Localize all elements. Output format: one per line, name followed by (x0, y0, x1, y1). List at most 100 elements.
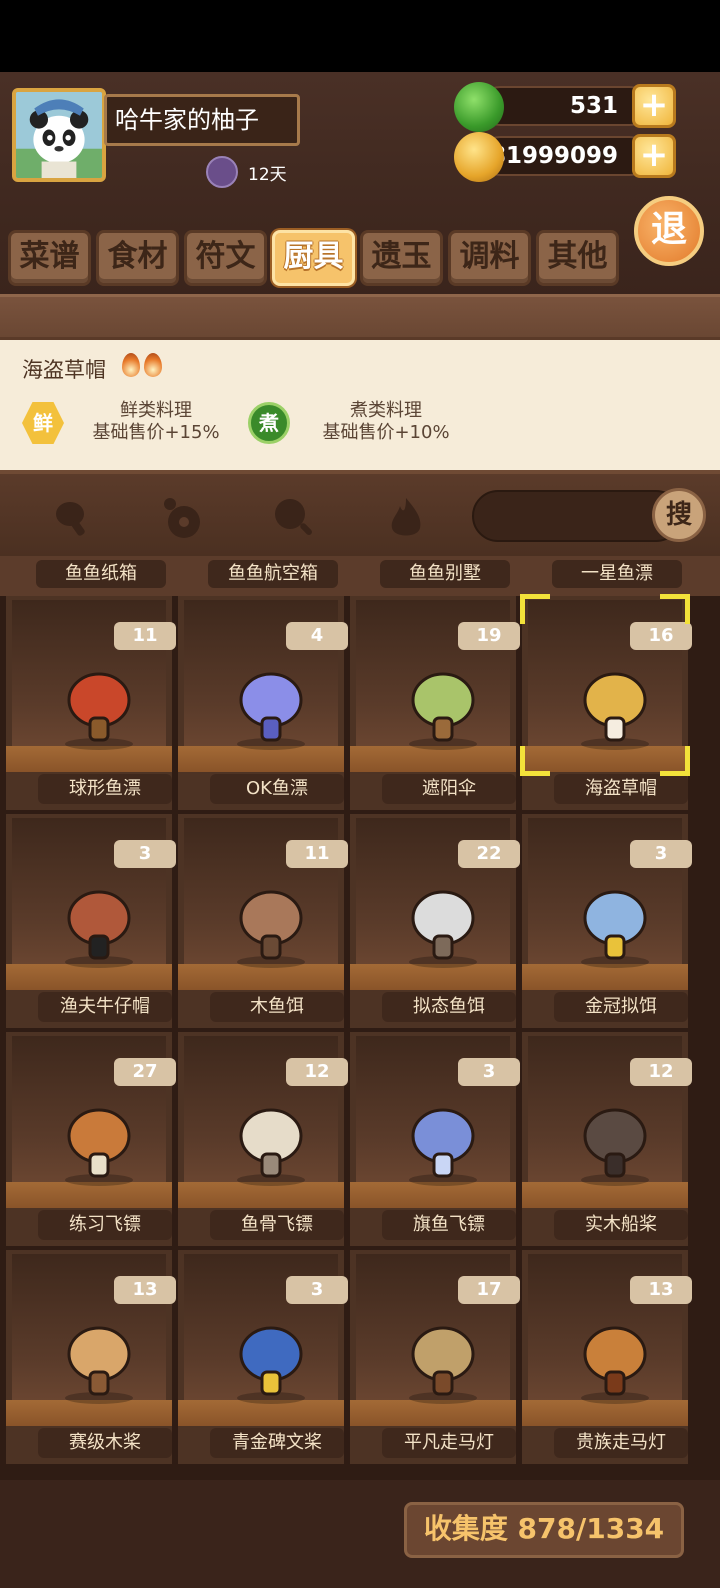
noble-lantern-icon (581, 1326, 649, 1404)
sailfish-dart-icon (409, 1108, 477, 1186)
add-coins-button[interactable]: + (632, 134, 676, 178)
jade-amount: 531 (569, 93, 618, 119)
player-name: 哈牛家的柚子 (104, 94, 300, 146)
partial-item-label: 鱼鱼别墅 (380, 560, 510, 588)
player-avatar[interactable] (12, 88, 106, 182)
item-cell[interactable]: 27 练习飞镖 (6, 1032, 176, 1246)
search-button[interactable]: 搜 (652, 488, 706, 542)
item-cell[interactable]: 12 鱼骨飞镖 (178, 1032, 348, 1246)
item-name-label: 贵族走马灯 (554, 1428, 688, 1458)
item-cell[interactable]: 3 青金碑文桨 (178, 1250, 348, 1464)
flame-icon (122, 353, 140, 377)
plain-lantern-icon (409, 1326, 477, 1404)
coin-bar: 81999099 (480, 136, 650, 176)
item-cell[interactable]: 3 渔夫牛仔帽 (6, 814, 176, 1028)
wooden-oar-icon (581, 1108, 649, 1186)
collection-progress: 收集度 878/1334 (404, 1502, 684, 1558)
cowboy-hat-icon (65, 890, 133, 968)
login-days: 12天 (248, 165, 287, 185)
partial-item-label: 鱼鱼航空箱 (208, 560, 338, 588)
item-cell[interactable]: 11 木鱼饵 (178, 814, 348, 1028)
tab-recipes[interactable]: 菜谱 (8, 230, 91, 286)
item-detail-panel: 海盗草帽 鲜 鲜类料理 基础售价+15% 煮 煮类料理 基础售价+10% (0, 340, 720, 470)
item-cell[interactable]: 13 赛级木桨 (6, 1250, 176, 1464)
item-count-badge: 11 (114, 622, 176, 650)
add-jade-button[interactable]: + (632, 84, 676, 128)
item-cell[interactable]: 3 金冠拟饵 (522, 814, 692, 1028)
item-name-label: 平凡走马灯 (382, 1428, 516, 1458)
meat-filter-icon[interactable] (50, 494, 98, 542)
bone-filter-icon[interactable] (158, 494, 206, 542)
item-count-badge: 12 (630, 1058, 692, 1086)
bonus-fresh-category: 鲜类料理 (120, 400, 192, 421)
bonus-boil-value: 基础售价+10% (322, 422, 450, 443)
tab-other[interactable]: 其他 (536, 230, 619, 286)
racing-paddle-icon (65, 1326, 133, 1404)
exit-button[interactable]: 退 (634, 196, 704, 266)
item-cell[interactable]: 13 贵族走马灯 (522, 1250, 692, 1464)
boil-badge-icon: 煮 (248, 402, 290, 444)
item-shelf[interactable]: 鱼鱼纸箱 鱼鱼航空箱 鱼鱼别墅 一星鱼漂 11 球形鱼漂 4 OK鱼漂 19 遮阳伞 16 海… (0, 556, 720, 1500)
item-count-badge: 12 (286, 1058, 348, 1086)
jade-bar: 531 (480, 86, 650, 126)
ok-float-icon (237, 672, 305, 750)
golden-crown-bait-icon (581, 890, 649, 968)
partial-item-label: 一星鱼漂 (552, 560, 682, 588)
partial-item-label: 鱼鱼纸箱 (36, 560, 166, 588)
item-cell[interactable]: 17 平凡走马灯 (350, 1250, 520, 1464)
calendar-badge-icon (206, 156, 238, 188)
item-name-label: 渔夫牛仔帽 (38, 992, 172, 1022)
search-input[interactable] (472, 490, 682, 542)
round-float-icon (65, 672, 133, 750)
pirate-straw-hat-icon (581, 672, 649, 750)
wooden-bait-icon (237, 890, 305, 968)
selection-corner (520, 594, 550, 624)
fire-filter-icon[interactable] (382, 494, 430, 542)
tab-relics[interactable]: 遗玉 (360, 230, 443, 286)
item-count-badge: 16 (630, 622, 692, 650)
item-name-label: 赛级木桨 (38, 1428, 172, 1458)
item-name-label: 遮阳伞 (382, 774, 516, 804)
item-cell[interactable]: 16 海盗草帽 (520, 594, 692, 810)
item-count-badge: 3 (458, 1058, 520, 1086)
item-name-label: 青金碑文桨 (210, 1428, 344, 1458)
item-cell[interactable]: 12 实木船桨 (522, 1032, 692, 1246)
mimic-bait-icon (409, 890, 477, 968)
panda-avatar-icon (16, 92, 102, 178)
tab-ingredients[interactable]: 食材 (96, 230, 179, 286)
item-name-label: 金冠拟饵 (554, 992, 688, 1022)
item-cell[interactable]: 22 拟态鱼饵 (350, 814, 520, 1028)
item-count-badge: 13 (630, 1276, 692, 1304)
item-count-badge: 3 (286, 1276, 348, 1304)
item-count-badge: 19 (458, 622, 520, 650)
coin-icon (454, 132, 504, 182)
coin-amount: 81999099 (489, 143, 618, 169)
selection-corner (520, 746, 550, 776)
item-name-label: 木鱼饵 (210, 992, 344, 1022)
flame-icon (144, 353, 162, 377)
category-tabs: 菜谱 食材 符文 厨具 遗玉 调料 其他 (8, 230, 619, 286)
item-cell[interactable]: 19 遮阳伞 (350, 596, 520, 810)
bonus-fresh: 鲜类料理 基础售价+15% (86, 400, 226, 444)
selected-item-name: 海盗草帽 (22, 358, 106, 382)
item-cell[interactable]: 3 旗鱼飞镖 (350, 1032, 520, 1246)
item-count-badge: 22 (458, 840, 520, 868)
item-count-badge: 3 (630, 840, 692, 868)
item-name-label: 实木船桨 (554, 1210, 688, 1240)
inscribed-paddle-icon (237, 1326, 305, 1404)
pan-filter-icon[interactable] (270, 494, 318, 542)
tab-cookware[interactable]: 厨具 (272, 230, 355, 286)
tab-runes[interactable]: 符文 (184, 230, 267, 286)
tab-seasoning[interactable]: 调料 (448, 230, 531, 286)
item-count-badge: 17 (458, 1276, 520, 1304)
item-name-label: 海盗草帽 (554, 774, 688, 804)
wood-divider (0, 294, 720, 340)
selection-corner (660, 746, 690, 776)
item-count-badge: 27 (114, 1058, 176, 1086)
item-name-label: 拟态鱼饵 (382, 992, 516, 1022)
item-cell[interactable]: 4 OK鱼漂 (178, 596, 348, 810)
item-cell[interactable]: 11 球形鱼漂 (6, 596, 176, 810)
filter-bar: 搜 (0, 470, 720, 556)
jade-icon (454, 82, 504, 132)
status-bar (0, 0, 720, 72)
